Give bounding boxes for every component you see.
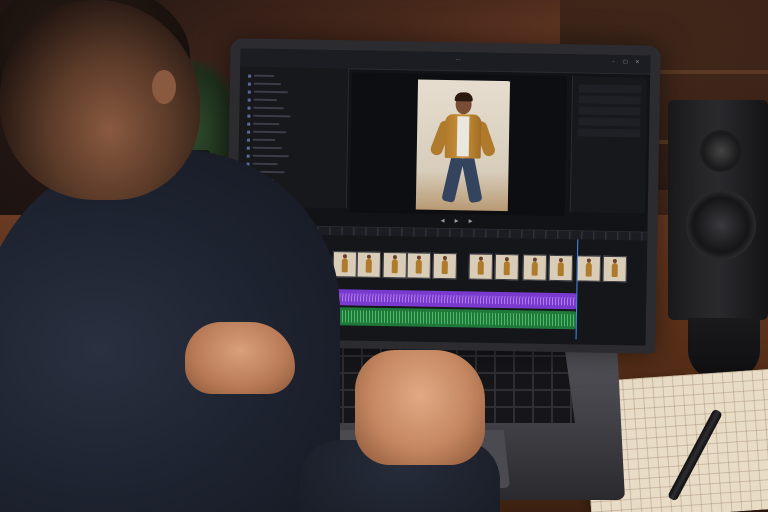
video-clip[interactable] <box>382 251 408 279</box>
clip-thumbnail-head <box>442 256 447 261</box>
properties-panel <box>569 76 648 214</box>
clip-thumbnail-figure <box>611 262 618 278</box>
subject-leg <box>461 155 483 204</box>
person-torso <box>0 150 340 512</box>
media-browser-item[interactable] <box>247 113 291 120</box>
clip-thumbnail-head <box>392 255 397 260</box>
clip-thumbnail-figure <box>441 259 448 275</box>
subject-shirt <box>456 116 470 157</box>
folder-icon <box>246 154 250 158</box>
clip-thumbnail-figure <box>531 261 538 276</box>
video-clip[interactable] <box>494 253 520 281</box>
video-clip[interactable] <box>356 251 382 278</box>
clip-thumbnail-head <box>612 258 617 264</box>
item-label-placeholder <box>254 74 275 78</box>
folder-icon <box>247 82 251 86</box>
item-label-placeholder <box>252 138 275 142</box>
folder-icon <box>246 138 250 142</box>
item-label-placeholder <box>252 154 289 158</box>
media-browser-item[interactable] <box>247 97 277 104</box>
subject-hair <box>454 92 473 102</box>
folder-icon <box>248 74 252 78</box>
folder-icon <box>247 130 251 134</box>
play-icon[interactable]: ▶ <box>454 218 460 224</box>
item-label-placeholder <box>253 122 280 126</box>
clip-thumbnail-head <box>586 258 591 263</box>
audio-clip-voice[interactable] <box>323 306 577 330</box>
video-clip[interactable] <box>432 252 458 280</box>
item-label-placeholder <box>253 114 291 118</box>
clip-thumbnail-figure <box>365 258 372 273</box>
folder-icon <box>247 122 251 126</box>
subject-leg <box>441 155 465 204</box>
folder-icon <box>247 98 251 102</box>
rewind-icon[interactable]: ◀ <box>440 218 446 224</box>
clip-thumbnail-figure <box>341 258 348 273</box>
media-browser-item[interactable] <box>246 137 275 143</box>
media-browser-item[interactable] <box>246 145 282 152</box>
waveform <box>324 292 577 306</box>
property-row[interactable] <box>578 95 641 105</box>
clip-thumbnail-head <box>366 254 371 259</box>
video-preview[interactable] <box>349 72 568 217</box>
video-clip[interactable] <box>468 253 494 280</box>
folder-icon <box>246 146 250 150</box>
item-label-placeholder <box>252 162 278 166</box>
item-label-placeholder <box>253 98 277 102</box>
item-label-placeholder <box>253 106 284 110</box>
clip-thumbnail-head <box>416 255 421 260</box>
video-clip[interactable] <box>576 255 601 282</box>
clip-thumbnail-head <box>478 256 483 261</box>
property-row[interactable] <box>578 117 641 127</box>
folder-icon <box>247 106 251 110</box>
video-clip[interactable] <box>548 254 574 282</box>
audio-clip-music[interactable] <box>324 288 577 310</box>
speaker-tweeter <box>700 130 742 172</box>
item-label-placeholder <box>253 130 287 134</box>
video-clip[interactable] <box>602 255 627 283</box>
clip-thumbnail-figure <box>415 259 422 274</box>
waveform <box>323 309 576 327</box>
maximize-icon[interactable]: ▢ <box>622 59 628 65</box>
clip-thumbnail-figure <box>391 259 398 274</box>
video-clip[interactable] <box>406 252 432 279</box>
item-label-placeholder <box>253 90 288 94</box>
video-clip[interactable] <box>332 251 358 278</box>
clip-thumbnail-head <box>532 257 537 262</box>
preview-frame <box>415 79 511 212</box>
playhead[interactable] <box>575 239 579 340</box>
item-label-placeholder <box>252 146 282 150</box>
clip-thumbnail-head <box>504 257 509 262</box>
folder-icon <box>247 90 251 94</box>
forward-icon[interactable]: ▶ <box>468 218 474 224</box>
close-icon[interactable]: ✕ <box>634 59 640 65</box>
media-browser-item[interactable] <box>247 121 280 128</box>
speaker-woofer <box>686 190 756 260</box>
property-row[interactable] <box>578 84 641 94</box>
minimize-icon[interactable]: – <box>610 59 616 65</box>
clip-thumbnail-head <box>342 254 347 259</box>
media-browser-item[interactable] <box>247 81 281 88</box>
video-clip[interactable] <box>522 254 548 281</box>
clip-thumbnail-figure <box>503 261 510 276</box>
clip-thumbnail-figure <box>477 260 484 275</box>
photo-scene: ⋯ – ▢ ✕ ◀ ▶ ▶ <box>0 0 768 512</box>
clip-thumbnail-figure <box>585 262 592 277</box>
menu-icon[interactable]: ⋯ <box>455 57 460 63</box>
property-row[interactable] <box>578 106 641 116</box>
media-browser-item[interactable] <box>247 105 284 112</box>
media-browser-item[interactable] <box>247 89 288 96</box>
person-ear <box>152 70 176 104</box>
clip-thumbnail-head <box>558 258 563 263</box>
media-browser-item[interactable] <box>248 73 275 79</box>
person-right-hand <box>355 350 485 465</box>
clip-thumbnail-figure <box>557 262 564 277</box>
timeline-ruler[interactable] <box>281 226 648 241</box>
folder-icon <box>247 114 251 118</box>
item-label-placeholder <box>253 82 281 86</box>
person-left-hand <box>185 322 295 394</box>
property-row[interactable] <box>578 128 641 138</box>
media-browser-item[interactable] <box>247 129 287 136</box>
media-browser-item[interactable] <box>246 153 289 160</box>
